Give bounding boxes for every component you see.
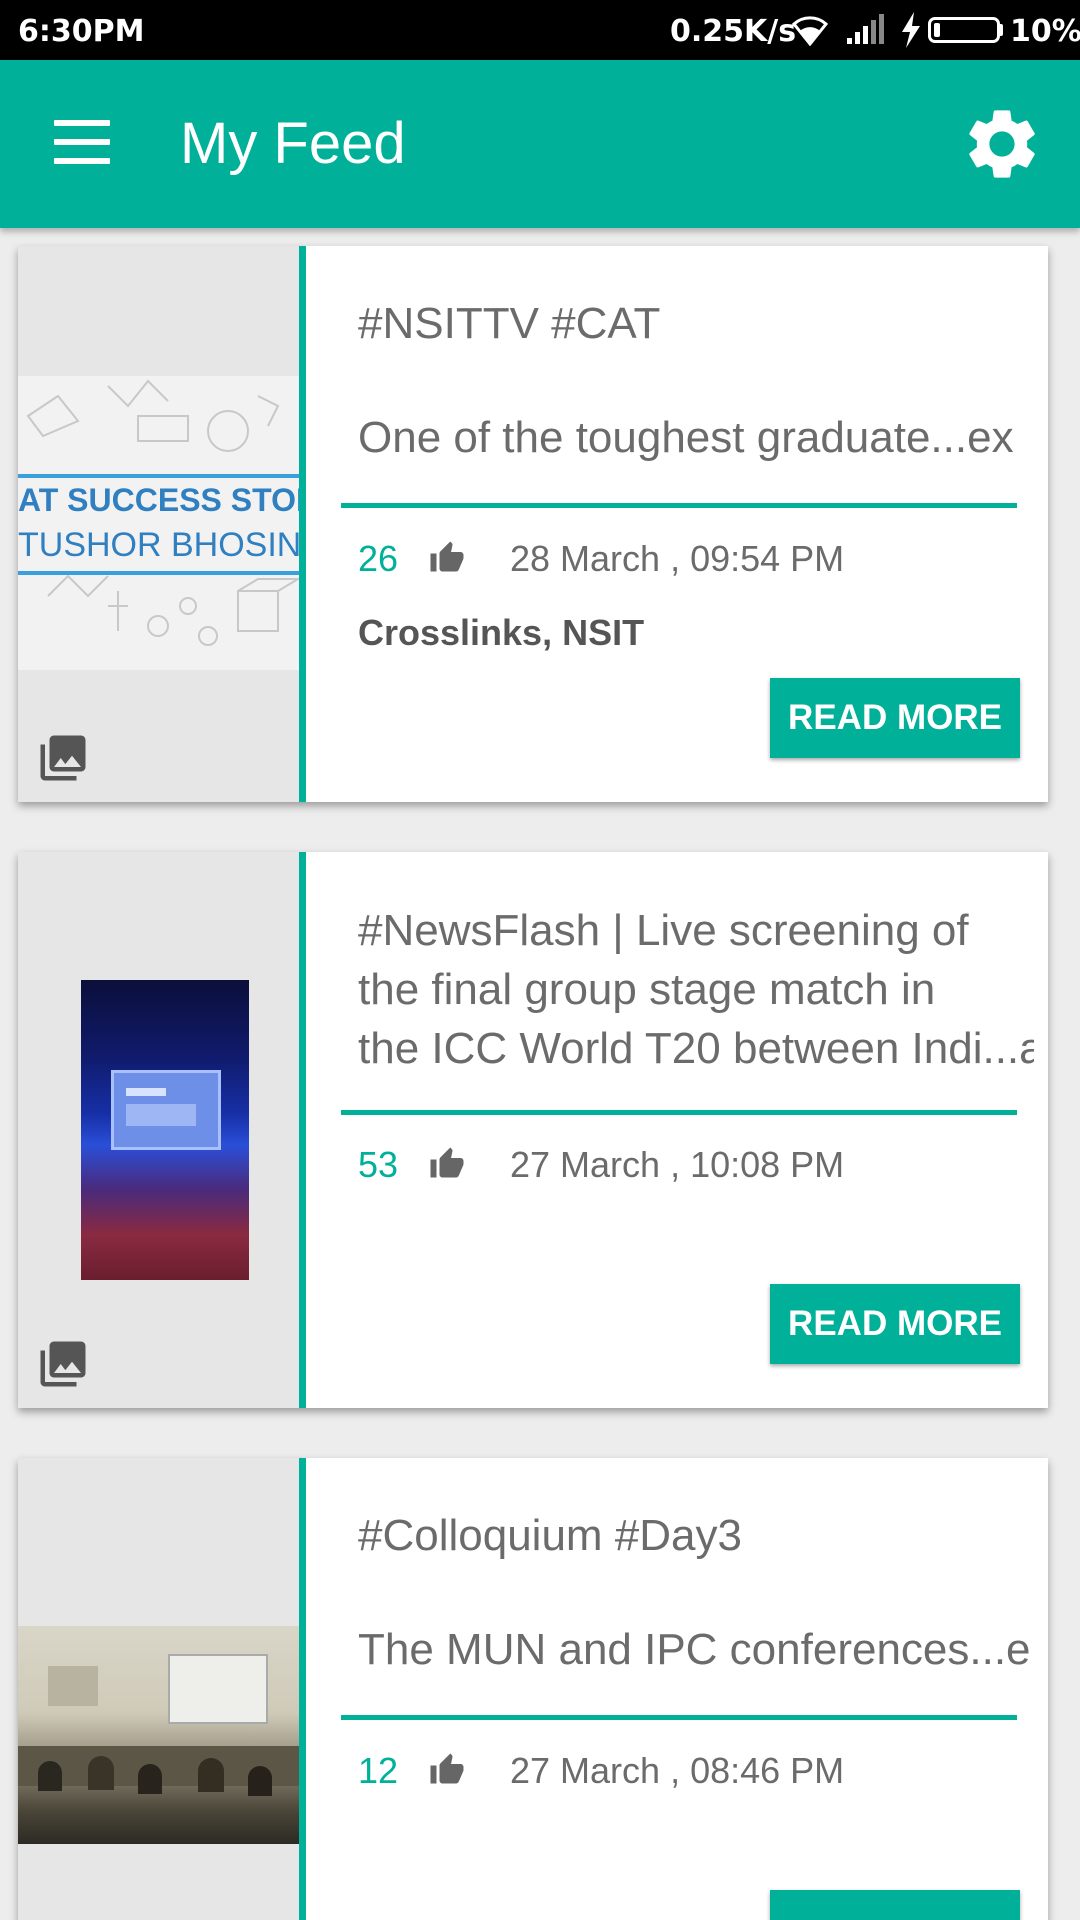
battery-tip [999,24,1003,36]
post-headline: #Colloquium #Day3 [358,1511,742,1560]
thumbnail-column: AT SUCCESS STORI TUSHOR BHOSIN [18,246,306,802]
signal-icon [847,14,884,44]
gear-icon[interactable] [960,102,1044,186]
gallery-icon [40,1341,86,1387]
hamburger-menu-icon[interactable] [54,120,114,164]
divider [341,1715,1017,1720]
like-count: 12 [358,1750,399,1791]
post-headline: #NSITTV #CAT [358,299,661,348]
read-more-button[interactable]: READ MORE [770,678,1020,758]
thumbs-up-icon[interactable] [428,1752,466,1788]
post-date: 27 March , 08:46 PM [510,1750,845,1791]
post-excerpt: The MUN and IPC conferences...e [358,1625,1031,1674]
post-source: Crosslinks, NSIT [358,612,645,653]
status-time: 6:30PM [18,14,145,49]
post-thumbnail[interactable] [18,1626,299,1844]
post-thumbnail[interactable] [81,980,249,1280]
read-more-button[interactable] [770,1890,1020,1920]
thumbnail-subtext: TUSHOR BHOSIN [18,526,300,564]
post-excerpt: One of the toughest graduate...ex [358,413,1014,462]
feed-list[interactable]: AT SUCCESS STORI TUSHOR BHOSIN #NSITTV #… [0,228,1080,1920]
divider [341,503,1017,508]
wifi-icon [791,16,829,46]
divider [341,1110,1017,1115]
battery-percent: 10% [1010,14,1080,49]
app-bar: My Feed [0,60,1080,228]
feed-card[interactable]: AT SUCCESS STORI TUSHOR BHOSIN #NSITTV #… [18,246,1048,802]
post-thumbnail[interactable]: AT SUCCESS STORI TUSHOR BHOSIN [18,376,300,670]
post-headline: #NewsFlash | Live screening of the final… [358,901,1034,1078]
read-more-button[interactable]: READ MORE [770,1284,1020,1364]
feed-card[interactable]: #Colloquium #Day3 The MUN and IPC confer… [18,1458,1048,1920]
status-bar: 6:30PM 0.25K/s 10% [0,0,1080,60]
thumbs-up-icon[interactable] [428,540,466,576]
gallery-icon [40,735,86,781]
page-title: My Feed [180,111,406,176]
like-count: 53 [358,1144,399,1185]
battery-level [934,23,940,37]
thumbnail-column [18,1458,306,1920]
thumbnail-column [18,852,306,1408]
headline-line: #NewsFlash | Live screening of [358,906,969,955]
battery-icon [928,17,1000,43]
post-date: 28 March , 09:54 PM [510,538,845,579]
network-speed: 0.25K/s [670,14,797,49]
thumbs-up-icon[interactable] [428,1146,466,1182]
post-date: 27 March , 10:08 PM [510,1144,845,1185]
charging-icon [902,12,920,48]
feed-card[interactable]: #NewsFlash | Live screening of the final… [18,852,1048,1408]
headline-line: the final group stage match in [358,965,936,1014]
headline-line: the ICC World T20 between Indi...a [358,1024,1034,1073]
like-count: 26 [358,538,399,579]
thumbnail-text: AT SUCCESS STORI [18,482,300,518]
